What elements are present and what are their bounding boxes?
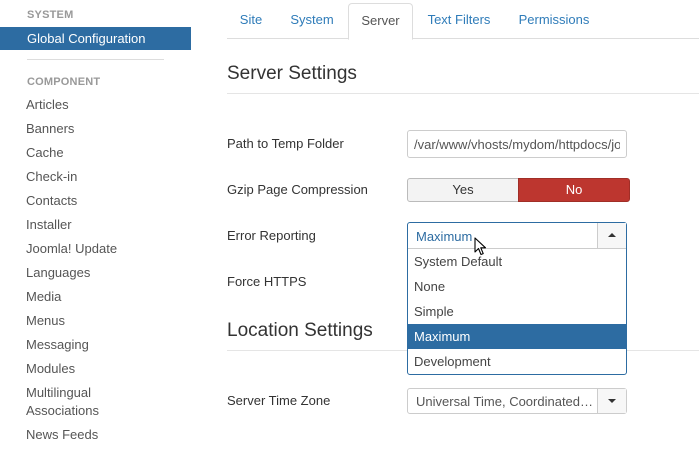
caret-down-icon [608, 399, 616, 403]
sidebar-item-check-in[interactable]: Check-in [26, 168, 136, 192]
error-reporting-current[interactable]: Maximum [408, 223, 626, 249]
gzip-yes-button[interactable]: Yes [407, 178, 519, 202]
sidebar-item-articles[interactable]: Articles [26, 96, 136, 120]
location-settings-title: Location Settings [227, 320, 373, 341]
error-reporting-option[interactable]: Development [408, 349, 626, 374]
server-time-zone-select[interactable]: Universal Time, Coordinated (UTC) [407, 388, 627, 414]
error-reporting-dropdown[interactable]: Maximum System Default None Simple Maxim… [407, 222, 627, 375]
sidebar-item-languages[interactable]: Languages [26, 264, 136, 288]
caret-up-icon [608, 233, 616, 237]
error-reporting-toggle[interactable] [597, 223, 626, 248]
gzip-label: Gzip Page Compression [227, 182, 368, 197]
sidebar-item-menus[interactable]: Menus [26, 312, 136, 336]
error-reporting-option[interactable]: System Default [408, 249, 626, 274]
sidebar-item-modules[interactable]: Modules [26, 360, 136, 384]
server-settings-divider [227, 93, 699, 94]
server-time-zone-label: Server Time Zone [227, 393, 331, 408]
server-time-zone-toggle[interactable] [597, 389, 626, 413]
gzip-toggle: Yes No [407, 178, 630, 202]
tab-server[interactable]: Server [348, 3, 413, 40]
temp-path-label: Path to Temp Folder [227, 136, 344, 151]
sidebar-heading-system: SYSTEM [27, 9, 74, 21]
server-settings-title: Server Settings [227, 63, 357, 84]
error-reporting-option-selected[interactable]: Maximum [408, 324, 626, 349]
sidebar-divider [27, 59, 164, 60]
sidebar-item-joomla-update[interactable]: Joomla! Update [26, 240, 136, 264]
server-time-zone-value: Universal Time, Coordinated (UTC) [416, 394, 596, 409]
mouse-pointer-icon [474, 237, 487, 256]
error-reporting-label: Error Reporting [227, 228, 316, 243]
error-reporting-options: System Default None Simple Maximum Devel… [408, 249, 626, 374]
sidebar-item-multilingual-associations[interactable]: Multilingual Associations [26, 384, 136, 426]
error-reporting-current-value: Maximum [416, 229, 473, 244]
sidebar-heading-component: COMPONENT [27, 76, 101, 88]
sidebar-item-installer[interactable]: Installer [26, 216, 136, 240]
sidebar: SYSTEM Global Configuration COMPONENT Ar… [0, 0, 192, 442]
sidebar-item-banners[interactable]: Banners [26, 120, 136, 144]
temp-path-input[interactable] [407, 130, 627, 158]
sidebar-item-media[interactable]: Media [26, 288, 136, 312]
tab-permissions[interactable]: Permissions [505, 3, 603, 39]
tab-system[interactable]: System [277, 3, 347, 39]
sidebar-item-global-configuration[interactable]: Global Configuration [0, 27, 191, 50]
sidebar-item-contacts[interactable]: Contacts [26, 192, 136, 216]
sidebar-menu: Articles Banners Cache Check-in Contacts… [26, 96, 136, 450]
error-reporting-option[interactable]: None [408, 274, 626, 299]
tab-text-filters[interactable]: Text Filters [415, 3, 503, 39]
force-https-label: Force HTTPS [227, 274, 307, 289]
error-reporting-option[interactable]: Simple [408, 299, 626, 324]
gzip-no-button[interactable]: No [518, 178, 630, 202]
sidebar-item-cache[interactable]: Cache [26, 144, 136, 168]
tab-site[interactable]: Site [227, 3, 275, 39]
sidebar-item-news-feeds[interactable]: News Feeds [26, 426, 136, 450]
sidebar-item-messaging[interactable]: Messaging [26, 336, 136, 360]
tab-bar: Site System Server Text Filters Permissi… [227, 0, 699, 40]
